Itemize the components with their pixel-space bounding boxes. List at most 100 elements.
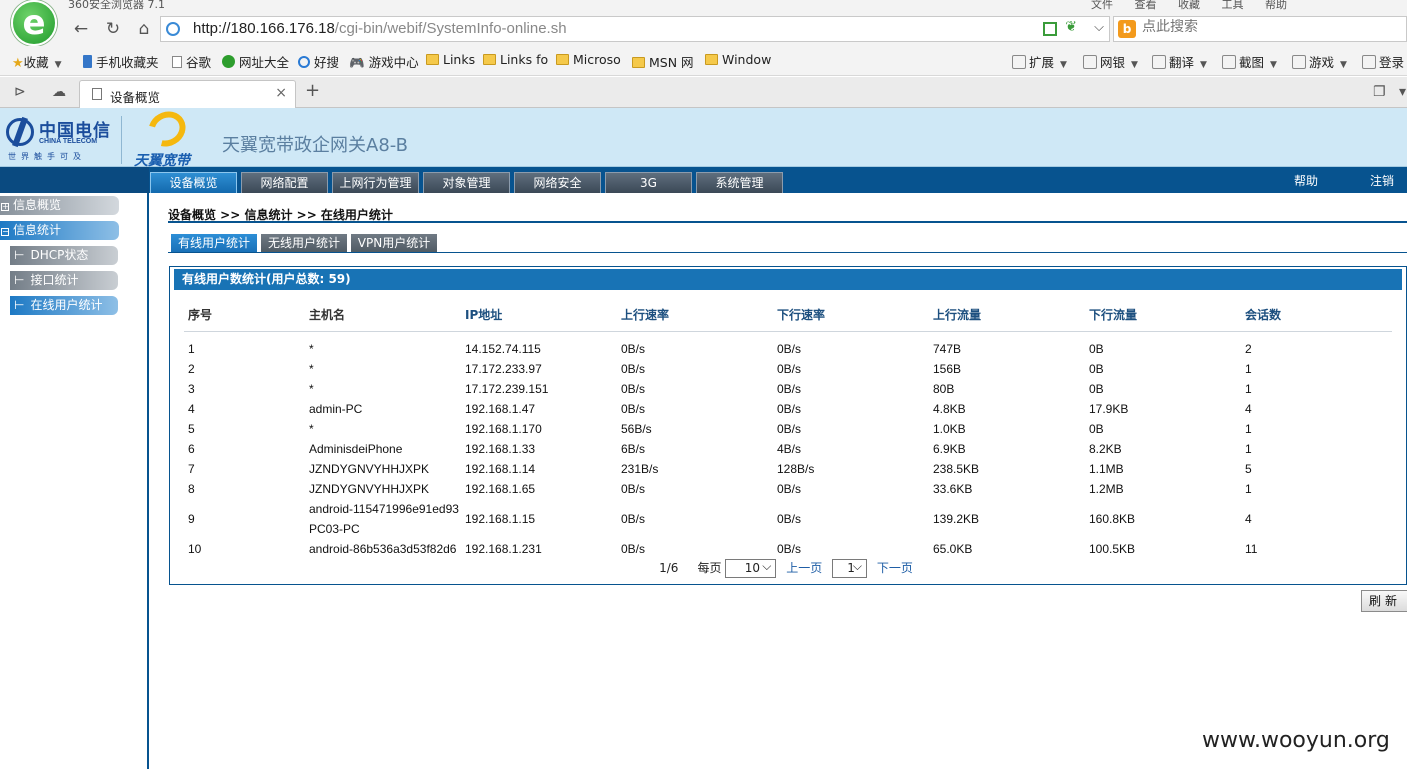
extensions-button[interactable]: 扩展 ▼ — [1012, 52, 1067, 71]
sidebar-item-info-stats[interactable]: − 信息统计 — [0, 221, 119, 240]
fav-item[interactable]: 手机收藏夹 — [83, 52, 159, 71]
chevron-down-icon: ▼ — [1131, 60, 1138, 70]
screenshot-button[interactable]: 截图 ▼ — [1222, 52, 1277, 71]
table-row: 1 * 14.152.74.115 0B/s 0B/s 747B 0B 2 — [184, 339, 1392, 359]
browser-menu-bar[interactable]: 文件 查看 收藏 工具 帮助 — [1091, 0, 1287, 12]
cell-ip-address: 17.172.233.97 — [465, 362, 542, 376]
folder-icon — [426, 54, 439, 65]
sidebar-item-online-users[interactable]: ⊢ 在线用户统计 — [10, 296, 118, 315]
cell-index: 10 — [188, 542, 202, 556]
fav-folder[interactable]: Links fo — [483, 52, 548, 67]
cell-hostname: JZNDYGNVYHHJXPK — [309, 462, 430, 476]
tab-3g[interactable]: 3G — [605, 172, 692, 193]
address-bar[interactable]: http://180.166.176.18/cgi-bin/webif/Syst… — [160, 16, 1110, 42]
sidebar-item-dhcp-status[interactable]: ⊢ DHCP状态 — [10, 246, 118, 265]
fav-folder[interactable]: MSN 网 — [632, 52, 694, 71]
cloud-icon[interactable]: ☁ — [52, 84, 66, 100]
sidebar-item-label: 接口统计 — [30, 273, 79, 287]
chevron-down-icon[interactable]: ▾ — [1399, 84, 1406, 100]
games-button[interactable]: 游戏 ▼ — [1292, 52, 1347, 71]
column-header[interactable]: 会话数 — [1241, 299, 1392, 332]
search-bar[interactable]: b — [1113, 16, 1407, 42]
tab-wired-users[interactable]: 有线用户统计 — [171, 234, 257, 253]
product-name: 天翼宽带政企网关A8-B — [222, 135, 408, 156]
browser-logo-icon[interactable]: e — [11, 0, 57, 46]
translate-button[interactable]: 翻译 ▼ — [1152, 52, 1207, 71]
page-icon — [92, 88, 102, 100]
cell-ip-address: 14.152.74.115 — [465, 342, 541, 356]
column-header[interactable]: 上行流量 — [929, 299, 1085, 332]
tab-object-management[interactable]: 对象管理 — [423, 172, 510, 193]
prev-page-link[interactable]: 上一页 — [786, 561, 822, 575]
cell-ip-address: 192.168.1.65 — [465, 482, 536, 496]
cell-download-rate: 0B/s — [777, 402, 802, 416]
close-icon[interactable]: × — [275, 85, 287, 101]
column-header[interactable]: 上行速率 — [617, 299, 773, 332]
favorites-menu[interactable]: ★收藏 ▼ — [12, 52, 62, 71]
tab-device-overview[interactable]: 设备概览 — [150, 172, 237, 193]
browser-tab[interactable]: 设备概览 × — [79, 80, 296, 108]
ebank-button[interactable]: 网银 ▼ — [1083, 52, 1138, 71]
fav-item[interactable]: 谷歌 — [172, 52, 211, 71]
column-header[interactable]: 下行流量 — [1085, 299, 1241, 332]
cell-sessions: 1 — [1245, 382, 1252, 396]
reload-icon[interactable]: ↻ — [102, 18, 124, 40]
column-header[interactable]: 下行速率 — [773, 299, 929, 332]
help-link[interactable]: 帮助 — [1294, 172, 1318, 189]
subtab-divider — [168, 252, 1407, 253]
cell-download-rate: 0B/s — [777, 512, 802, 526]
sidebar-item-info-overview[interactable]: + 信息概览 — [0, 196, 119, 215]
cell-ip-address: 17.172.239.151 — [465, 382, 549, 396]
tree-branch-icon: ⊢ — [14, 273, 25, 287]
back-icon[interactable]: ← — [70, 18, 92, 40]
fav-folder[interactable]: Links — [426, 52, 475, 67]
tab-internet-behavior[interactable]: 上网行为管理 — [332, 172, 419, 193]
sidebar-toggle-icon[interactable]: ⊳ — [14, 84, 26, 100]
cell-upload-rate: 0B/s — [621, 402, 646, 416]
table-row: 6 AdminisdeiPhone 192.168.1.33 6B/s 4B/s 6.9K… — [184, 439, 1392, 459]
secure-leaf-icon[interactable]: ❦ — [1065, 19, 1077, 35]
url-text[interactable]: http://180.166.176.18/cgi-bin/webif/Syst… — [193, 20, 567, 37]
logout-link[interactable]: 注销 — [1370, 172, 1394, 189]
tab-network-security[interactable]: 网络安全 — [514, 172, 601, 193]
qr-code-icon[interactable] — [1043, 22, 1057, 36]
cell-upload-traffic: 65.0KB — [933, 542, 973, 556]
fav-item[interactable]: 🎮 游戏中心 — [349, 52, 419, 71]
browser-tab-title: 设备概览 — [110, 90, 161, 105]
page-select[interactable]: 1 — [832, 558, 868, 578]
cell-download-traffic: 1.2MB — [1089, 482, 1124, 496]
site-info-icon[interactable] — [166, 22, 180, 36]
tab-wireless-users[interactable]: 无线用户统计 — [261, 234, 347, 253]
fav-item[interactable]: 好搜 — [298, 52, 339, 71]
table-row: 5 * 192.168.1.170 56B/s 0B/s 1.0KB 0B 1 — [184, 419, 1392, 439]
fav-folder[interactable]: Window — [705, 52, 771, 67]
new-tab-button[interactable]: + — [305, 80, 320, 101]
tab-vpn-users[interactable]: VPN用户统计 — [351, 234, 437, 253]
column-header[interactable]: IP地址 — [461, 299, 617, 332]
expand-icon: + — [1, 202, 9, 211]
column-header[interactable]: 主机名 — [305, 299, 461, 332]
home-icon[interactable]: ⌂ — [133, 18, 155, 40]
cell-download-traffic: 0B — [1089, 422, 1104, 436]
search-engine-icon[interactable]: b — [1118, 20, 1136, 38]
sidebar-item-interface-stats[interactable]: ⊢ 接口统计 — [10, 271, 118, 290]
login-button[interactable]: 登录 — [1362, 52, 1404, 71]
fav-item[interactable]: 网址大全 — [222, 52, 289, 71]
per-page-select[interactable]: 10 — [725, 558, 777, 578]
column-header[interactable]: 序号 — [184, 299, 305, 332]
table-row: 7 JZNDYGNVYHHJXPK 192.168.1.14 231B/s 128B/s… — [184, 459, 1392, 479]
next-page-link[interactable]: 下一页 — [877, 561, 913, 575]
cell-ip-address: 192.168.1.170 — [465, 422, 542, 436]
cell-download-rate: 0B/s — [777, 542, 802, 556]
tab-network-config[interactable]: 网络配置 — [241, 172, 328, 193]
restore-window-icon[interactable]: ❐ — [1373, 84, 1386, 100]
cell-index: 7 — [188, 462, 195, 476]
cell-sessions: 5 — [1245, 462, 1252, 476]
cell-ip-address: 192.168.1.15 — [465, 512, 536, 526]
refresh-button[interactable]: 刷新 — [1361, 590, 1407, 612]
cell-sessions: 1 — [1245, 482, 1252, 496]
search-input[interactable] — [1142, 19, 1392, 35]
tab-system-management[interactable]: 系统管理 — [696, 172, 783, 193]
url-dropdown-icon[interactable]: ⌵ — [1094, 20, 1104, 35]
fav-folder[interactable]: Microso — [556, 52, 621, 67]
